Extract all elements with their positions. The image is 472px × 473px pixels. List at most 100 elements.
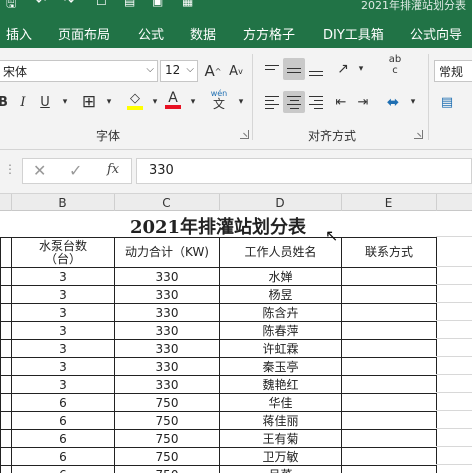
- cell-power-total[interactable]: 750: [114, 447, 220, 466]
- cell-pump-count[interactable]: 6: [11, 411, 115, 430]
- save-icon[interactable]: 🖫: [6, 0, 16, 10]
- cell-staff-name[interactable]: 蒋佳丽: [219, 411, 342, 430]
- cell-staff-name[interactable]: 王有菊: [219, 429, 342, 448]
- cell-power-total[interactable]: 330: [114, 339, 220, 358]
- menu-page-layout[interactable]: 页面布局: [58, 24, 110, 43]
- cell-power-total[interactable]: 330: [114, 357, 220, 376]
- menu-fangfang[interactable]: 方方格子: [243, 24, 295, 43]
- cell-power-total[interactable]: 330: [114, 285, 220, 304]
- cell-contact[interactable]: [341, 429, 437, 448]
- cell-pump-count[interactable]: 3: [11, 303, 115, 322]
- cell-contact[interactable]: [341, 267, 437, 286]
- menu-insert[interactable]: 插入: [6, 24, 32, 43]
- cell-pump-count[interactable]: 3: [11, 267, 115, 286]
- cell-pump-count[interactable]: 6: [11, 429, 115, 448]
- column-header-c[interactable]: C: [114, 196, 219, 210]
- currency-icon[interactable]: ▤: [436, 91, 458, 113]
- number-format-select[interactable]: 常规: [434, 60, 472, 82]
- merge-center-icon[interactable]: ⬌: [382, 91, 404, 113]
- cell-staff-name[interactable]: 华佳: [219, 393, 342, 412]
- cell-contact[interactable]: [341, 375, 437, 394]
- alignment-dialog-launcher-icon[interactable]: [414, 130, 423, 139]
- font-size-select[interactable]: 12 ⌵: [160, 60, 198, 82]
- align-top-button[interactable]: [261, 58, 283, 80]
- font-color-button[interactable]: A: [162, 89, 184, 111]
- cell-staff-name[interactable]: 许虹霖: [219, 339, 342, 358]
- cell-staff-name[interactable]: 杨昱: [219, 285, 342, 304]
- redo-icon[interactable]: ↷: [64, 0, 74, 10]
- align-middle-button[interactable]: [283, 58, 305, 80]
- cell-power-total[interactable]: 750: [114, 411, 220, 430]
- cell-pump-count[interactable]: 6: [11, 447, 115, 466]
- cell-power-total[interactable]: 750: [114, 393, 220, 412]
- underline-button[interactable]: U: [34, 91, 56, 113]
- more-icon[interactable]: ⌃: [214, 0, 224, 10]
- cell-pump-count[interactable]: 3: [11, 285, 115, 304]
- cell-contact[interactable]: [341, 357, 437, 376]
- cell-pump-count[interactable]: 6: [11, 393, 115, 412]
- cell-staff-name[interactable]: 秦玉亭: [219, 357, 342, 376]
- header-contact[interactable]: 联系方式: [341, 237, 437, 268]
- header-power-total[interactable]: 动力合计（KW): [114, 237, 220, 268]
- font-color-dropdown[interactable]: ▾: [182, 91, 204, 113]
- fill-color-button[interactable]: ◇: [124, 89, 146, 111]
- cell-pump-count[interactable]: 3: [11, 357, 115, 376]
- cell-contact[interactable]: [341, 339, 437, 358]
- menu-data[interactable]: 数据: [190, 24, 216, 43]
- cell-contact[interactable]: [341, 411, 437, 430]
- phonetic-dropdown[interactable]: ▾: [230, 91, 252, 113]
- cell-power-total[interactable]: 750: [114, 465, 220, 473]
- merge-dropdown[interactable]: ▾: [402, 91, 424, 113]
- phonetic-button[interactable]: wén 文: [208, 88, 230, 110]
- header-pump-count[interactable]: 水泵台数 （台）: [11, 237, 115, 268]
- cell-staff-name[interactable]: 魏艳红: [219, 375, 342, 394]
- cell-pump-count[interactable]: 3: [11, 375, 115, 394]
- cell-power-total[interactable]: 750: [114, 429, 220, 448]
- cell-staff-name[interactable]: 吕蕃: [219, 465, 342, 473]
- menu-formula-wizard[interactable]: 公式向导: [410, 24, 462, 43]
- cell-contact[interactable]: [341, 303, 437, 322]
- image-icon[interactable]: ▣: [152, 0, 163, 10]
- font-dialog-launcher-icon[interactable]: [240, 130, 249, 139]
- new-icon[interactable]: ☐: [96, 0, 107, 10]
- increase-indent-icon[interactable]: ⇥: [352, 91, 374, 113]
- column-header-e[interactable]: E: [341, 196, 436, 210]
- cell-staff-name[interactable]: 陈春萍: [219, 321, 342, 340]
- cell-power-total[interactable]: 330: [114, 375, 220, 394]
- header-staff-name[interactable]: 工作人员姓名: [219, 237, 342, 268]
- cell-contact[interactable]: [341, 393, 437, 412]
- table-icon[interactable]: ▦: [182, 0, 193, 10]
- undo-icon[interactable]: ↶: [36, 0, 46, 10]
- decrease-indent-icon[interactable]: ⇤: [330, 91, 352, 113]
- cell-staff-name[interactable]: 卫万敏: [219, 447, 342, 466]
- cell-contact[interactable]: [341, 285, 437, 304]
- column-header-d[interactable]: D: [219, 196, 341, 210]
- drag-handle-icon[interactable]: ⋮: [4, 162, 16, 176]
- underline-dropdown[interactable]: ▾: [54, 91, 76, 113]
- sheet-title[interactable]: 2021年排灌站划分表: [0, 211, 436, 238]
- cell-staff-name[interactable]: 陈含卉: [219, 303, 342, 322]
- font-name-select[interactable]: 宋体 ⌵: [0, 60, 158, 82]
- cell-contact[interactable]: [341, 465, 437, 473]
- align-bottom-button[interactable]: [305, 58, 327, 80]
- cell-power-total[interactable]: 330: [114, 321, 220, 340]
- worksheet[interactable]: 2021年排灌站划分表 水泵台数 （台） 动力合计（KW) 工作人员姓名 联系方…: [0, 211, 472, 473]
- cell-pump-count[interactable]: 3: [11, 339, 115, 358]
- formula-input[interactable]: 330: [136, 158, 472, 184]
- align-left-button[interactable]: [261, 91, 283, 113]
- format-painter-icon[interactable]: ▤: [124, 0, 135, 10]
- column-header-b[interactable]: B: [11, 196, 114, 210]
- decrease-font-button[interactable]: Av: [225, 60, 247, 82]
- confirm-icon[interactable]: ✓: [69, 161, 82, 180]
- align-right-button[interactable]: [305, 91, 327, 113]
- wrap-text-button[interactable]: ab c: [384, 54, 406, 76]
- increase-font-button[interactable]: A ^: [202, 60, 224, 82]
- borders-dropdown[interactable]: ▾: [98, 91, 120, 113]
- insert-function-icon[interactable]: fx: [107, 162, 119, 177]
- borders-icon[interactable]: ⊞: [78, 91, 100, 113]
- cell-power-total[interactable]: 330: [114, 267, 220, 286]
- italic-button[interactable]: I: [12, 91, 34, 113]
- cell-contact[interactable]: [341, 321, 437, 340]
- menu-formulas[interactable]: 公式: [138, 24, 164, 43]
- menu-diy-toolbox[interactable]: DIY工具箱: [323, 24, 384, 43]
